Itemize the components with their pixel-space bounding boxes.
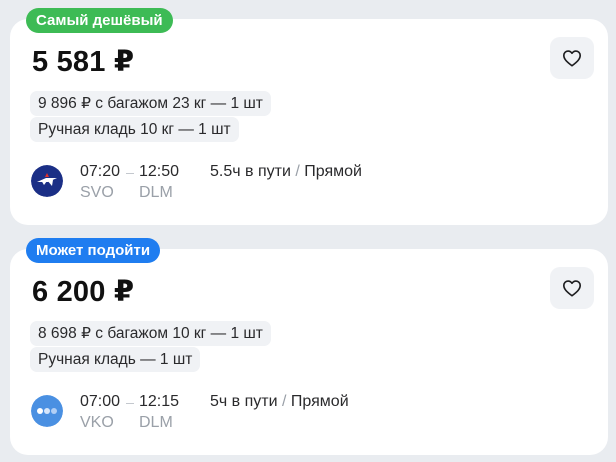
time-divider: [126, 403, 134, 404]
offer-card-alternative[interactable]: 6 200 ₽ 8 698 ₽ с багажом 10 кг — 1 шт Р…: [10, 249, 608, 455]
flight-duration: 5ч в пути / Прямой: [210, 393, 349, 411]
route-type: Прямой: [304, 163, 362, 180]
arrival-airport: DLM: [139, 184, 173, 201]
baggage-option[interactable]: 9 896 ₽ с багажом 23 кг — 1 шт: [30, 91, 271, 116]
time-divider: [126, 173, 134, 174]
duration-separator: /: [282, 393, 287, 410]
departure-time: 07:20: [80, 163, 121, 180]
departure-airport: VKO: [80, 414, 114, 431]
arrival-time: 12:15: [139, 393, 180, 410]
arrival-airport: DLM: [139, 414, 173, 431]
hand-luggage-info: Ручная кладь 10 кг — 1 шт: [30, 117, 239, 142]
baggage-option[interactable]: 8 698 ₽ с багажом 10 кг — 1 шт: [30, 321, 271, 346]
duration-separator: /: [295, 163, 300, 180]
departure-airport: SVO: [80, 184, 114, 201]
offer-price: 6 200 ₽: [32, 276, 135, 308]
search-results: 5 581 ₽ 9 896 ₽ с багажом 23 кг — 1 шт Р…: [0, 0, 616, 462]
favorite-button[interactable]: [550, 37, 594, 79]
duration-text: 5.5ч в пути: [210, 163, 291, 180]
badge-cheapest: Самый дешёвый: [26, 8, 173, 33]
departure-time: 07:00: [80, 393, 121, 410]
heart-icon: [562, 50, 581, 67]
duration-text: 5ч в пути: [210, 393, 278, 410]
aeroflot-logo-icon: [31, 165, 63, 197]
arrival-time: 12:50: [139, 163, 180, 180]
offer-price: 5 581 ₽: [32, 46, 135, 78]
badge-may-fit: Может подойти: [26, 238, 161, 263]
flight-duration: 5.5ч в пути / Прямой: [210, 163, 362, 181]
favorite-button[interactable]: [550, 267, 594, 309]
offer-card-cheapest[interactable]: 5 581 ₽ 9 896 ₽ с багажом 23 кг — 1 шт Р…: [10, 19, 608, 225]
route-type: Прямой: [290, 393, 349, 410]
heart-icon: [562, 280, 581, 297]
three-dots-airline-icon: [31, 395, 63, 427]
hand-luggage-info: Ручная кладь — 1 шт: [30, 347, 201, 372]
